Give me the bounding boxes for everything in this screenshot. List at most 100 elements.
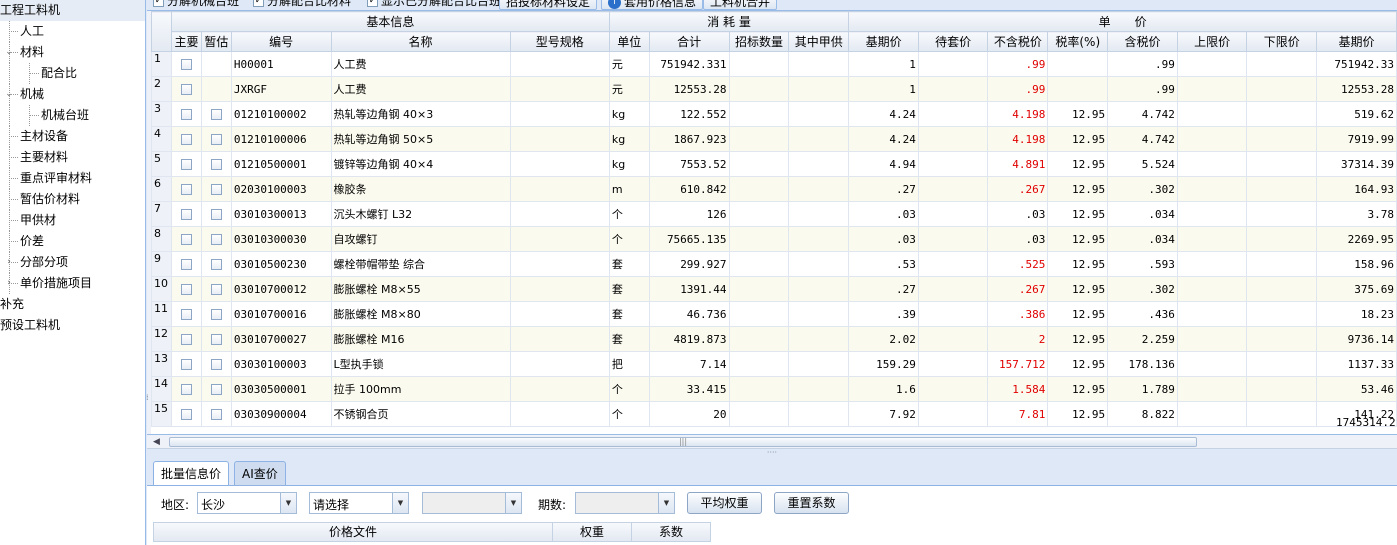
table-row[interactable]: 13 03030100003 L型执手锁 把 7.14 159.29 157.712 12.9… <box>151 351 1397 377</box>
total-cell[interactable]: 12553.28 <box>648 76 730 102</box>
upper-price-cell[interactable] <box>1176 76 1248 102</box>
lower-price-cell[interactable] <box>1246 251 1318 277</box>
with-tax-price-cell[interactable]: 178.136 <box>1107 351 1178 377</box>
main-checkbox[interactable] <box>170 326 202 352</box>
spec-cell[interactable] <box>509 351 610 377</box>
base-price-2-cell[interactable]: 1137.33 <box>1316 351 1397 377</box>
table-row[interactable]: 14 03030500001 拉手 100mm 个 33.415 1.6 1.584 12.9… <box>151 376 1397 402</box>
col-header-upper-price[interactable]: 上限价 <box>1176 31 1248 52</box>
pending-price-cell[interactable] <box>917 151 989 177</box>
with-tax-price-cell[interactable]: .436 <box>1107 301 1178 327</box>
pending-price-cell[interactable] <box>917 401 989 427</box>
pending-price-cell[interactable] <box>917 126 989 152</box>
col-header-total[interactable]: 合计 <box>648 31 730 52</box>
tax-rate-cell[interactable]: 12.95 <box>1047 401 1109 427</box>
total-cell[interactable]: 33.415 <box>648 376 730 402</box>
checkbox[interactable] <box>180 284 192 295</box>
total-cell[interactable]: 299.927 <box>648 251 730 277</box>
row-number[interactable]: 14 <box>151 376 172 402</box>
table-row[interactable]: 3 01210100002 热轧等边角钢 40×3 kg 122.552 4.24 4.19… <box>151 101 1397 127</box>
unit-cell[interactable]: m <box>608 176 650 202</box>
pending-price-cell[interactable] <box>917 101 989 127</box>
with-tax-price-cell[interactable]: .99 <box>1107 76 1178 102</box>
no-tax-price-cell[interactable]: .386 <box>987 301 1049 327</box>
checkbox[interactable] <box>210 409 222 420</box>
temp-checkbox[interactable] <box>200 101 232 127</box>
pending-price-cell[interactable] <box>917 276 989 302</box>
name-cell[interactable]: 膨胀螺栓 M16 <box>330 326 511 352</box>
vertical-splitter-grip[interactable]: ⁞ <box>146 394 150 402</box>
code-cell[interactable]: 01210500001 <box>230 151 332 177</box>
row-number[interactable]: 15 <box>151 401 172 427</box>
base-price-cell[interactable]: .53 <box>848 251 919 277</box>
sub-region-select[interactable]: ▼ <box>422 492 522 514</box>
table-row[interactable]: 9 03010500230 螺栓带帽带垫 综合 套 299.927 .53 .525 12.9… <box>151 251 1397 277</box>
tax-rate-cell[interactable]: 12.95 <box>1047 226 1109 252</box>
owner-cell[interactable] <box>788 101 850 127</box>
tax-rate-cell[interactable] <box>1047 76 1109 102</box>
tax-rate-cell[interactable]: 12.95 <box>1047 351 1109 377</box>
lower-price-cell[interactable] <box>1246 101 1318 127</box>
table-row[interactable]: 5 01210500001 镀锌等边角钢 40×4 kg 7553.52 4.94 4.89… <box>151 151 1397 177</box>
tax-rate-cell[interactable]: 12.95 <box>1047 101 1109 127</box>
owner-cell[interactable] <box>788 251 850 277</box>
coefficient-column-header[interactable]: 系数 <box>631 522 711 542</box>
checkbox[interactable] <box>180 334 192 345</box>
table-row[interactable]: 1 H00001 人工费 元 751942.331 1 .99 .99 751942.33 <box>151 51 1397 77</box>
chevron-down-icon[interactable]: ▼ <box>392 493 408 513</box>
temp-checkbox[interactable] <box>200 326 232 352</box>
base-price-cell[interactable]: .03 <box>848 226 919 252</box>
col-header-unit[interactable]: 单位 <box>608 31 650 52</box>
name-cell[interactable]: 螺栓带帽带垫 综合 <box>330 251 511 277</box>
bid-qty-cell[interactable] <box>728 226 790 252</box>
table-row[interactable]: 4 01210100006 热轧等边角钢 50×5 kg 1867.923 4.24 4.1… <box>151 126 1397 152</box>
tax-rate-cell[interactable]: 12.95 <box>1047 251 1109 277</box>
upper-price-cell[interactable] <box>1176 276 1248 302</box>
main-checkbox[interactable] <box>170 351 202 377</box>
code-cell[interactable]: 03010500230 <box>230 251 332 277</box>
lower-price-cell[interactable] <box>1246 376 1318 402</box>
tree-item[interactable]: 甲供材 <box>0 210 145 231</box>
spec-cell[interactable] <box>509 101 610 127</box>
average-weight-button[interactable]: 平均权重 <box>687 492 762 514</box>
unit-cell[interactable]: kg <box>608 126 650 152</box>
tree-item[interactable]: 机械台班 <box>0 105 145 126</box>
tree-item[interactable]: 价差 <box>0 231 145 252</box>
code-cell[interactable]: 01210100002 <box>230 101 332 127</box>
checkbox[interactable] <box>210 134 222 145</box>
checkbox[interactable] <box>180 184 192 195</box>
show-decomposed-checkbox[interactable]: ✓ 显示已分解配合比台班 <box>367 0 501 10</box>
spec-cell[interactable] <box>509 176 610 202</box>
main-checkbox[interactable] <box>170 51 202 77</box>
checkbox[interactable] <box>180 59 192 70</box>
col-header-pending-price[interactable]: 待套价 <box>917 31 989 52</box>
with-tax-price-cell[interactable]: 8.822 <box>1107 401 1178 427</box>
spec-cell[interactable] <box>509 401 610 427</box>
bid-qty-cell[interactable] <box>728 101 790 127</box>
total-cell[interactable]: 1867.923 <box>648 126 730 152</box>
code-cell[interactable]: 03010700016 <box>230 301 332 327</box>
base-price-2-cell[interactable]: 158.96 <box>1316 251 1397 277</box>
checkbox[interactable] <box>180 134 192 145</box>
lower-price-cell[interactable] <box>1246 126 1318 152</box>
table-row[interactable]: 12 03010700027 膨胀螺栓 M16 套 4819.873 2.02 2 12.95… <box>151 326 1397 352</box>
no-tax-price-cell[interactable]: .267 <box>987 276 1049 302</box>
upper-price-cell[interactable] <box>1176 101 1248 127</box>
checkbox[interactable] <box>210 334 222 345</box>
main-checkbox[interactable] <box>170 151 202 177</box>
unit-cell[interactable]: 套 <box>608 301 650 327</box>
price-source-select[interactable]: 请选择 ▼ <box>309 492 409 514</box>
chevron-down-icon[interactable]: ▼ <box>280 493 296 513</box>
tab-ai-price-query[interactable]: AI查价 <box>234 461 286 486</box>
unit-cell[interactable]: 个 <box>608 201 650 227</box>
tree-item[interactable]: › 单价措施项目 <box>0 273 145 294</box>
temp-checkbox[interactable] <box>200 226 232 252</box>
checkbox[interactable] <box>210 184 222 195</box>
owner-cell[interactable] <box>788 76 850 102</box>
checkbox[interactable] <box>210 159 222 170</box>
temp-checkbox[interactable] <box>200 276 232 302</box>
name-cell[interactable]: 膨胀螺栓 M8×55 <box>330 276 511 302</box>
row-number[interactable]: 13 <box>151 351 172 377</box>
code-cell[interactable]: 03010300030 <box>230 226 332 252</box>
base-price-2-cell[interactable]: 12553.28 <box>1316 76 1397 102</box>
